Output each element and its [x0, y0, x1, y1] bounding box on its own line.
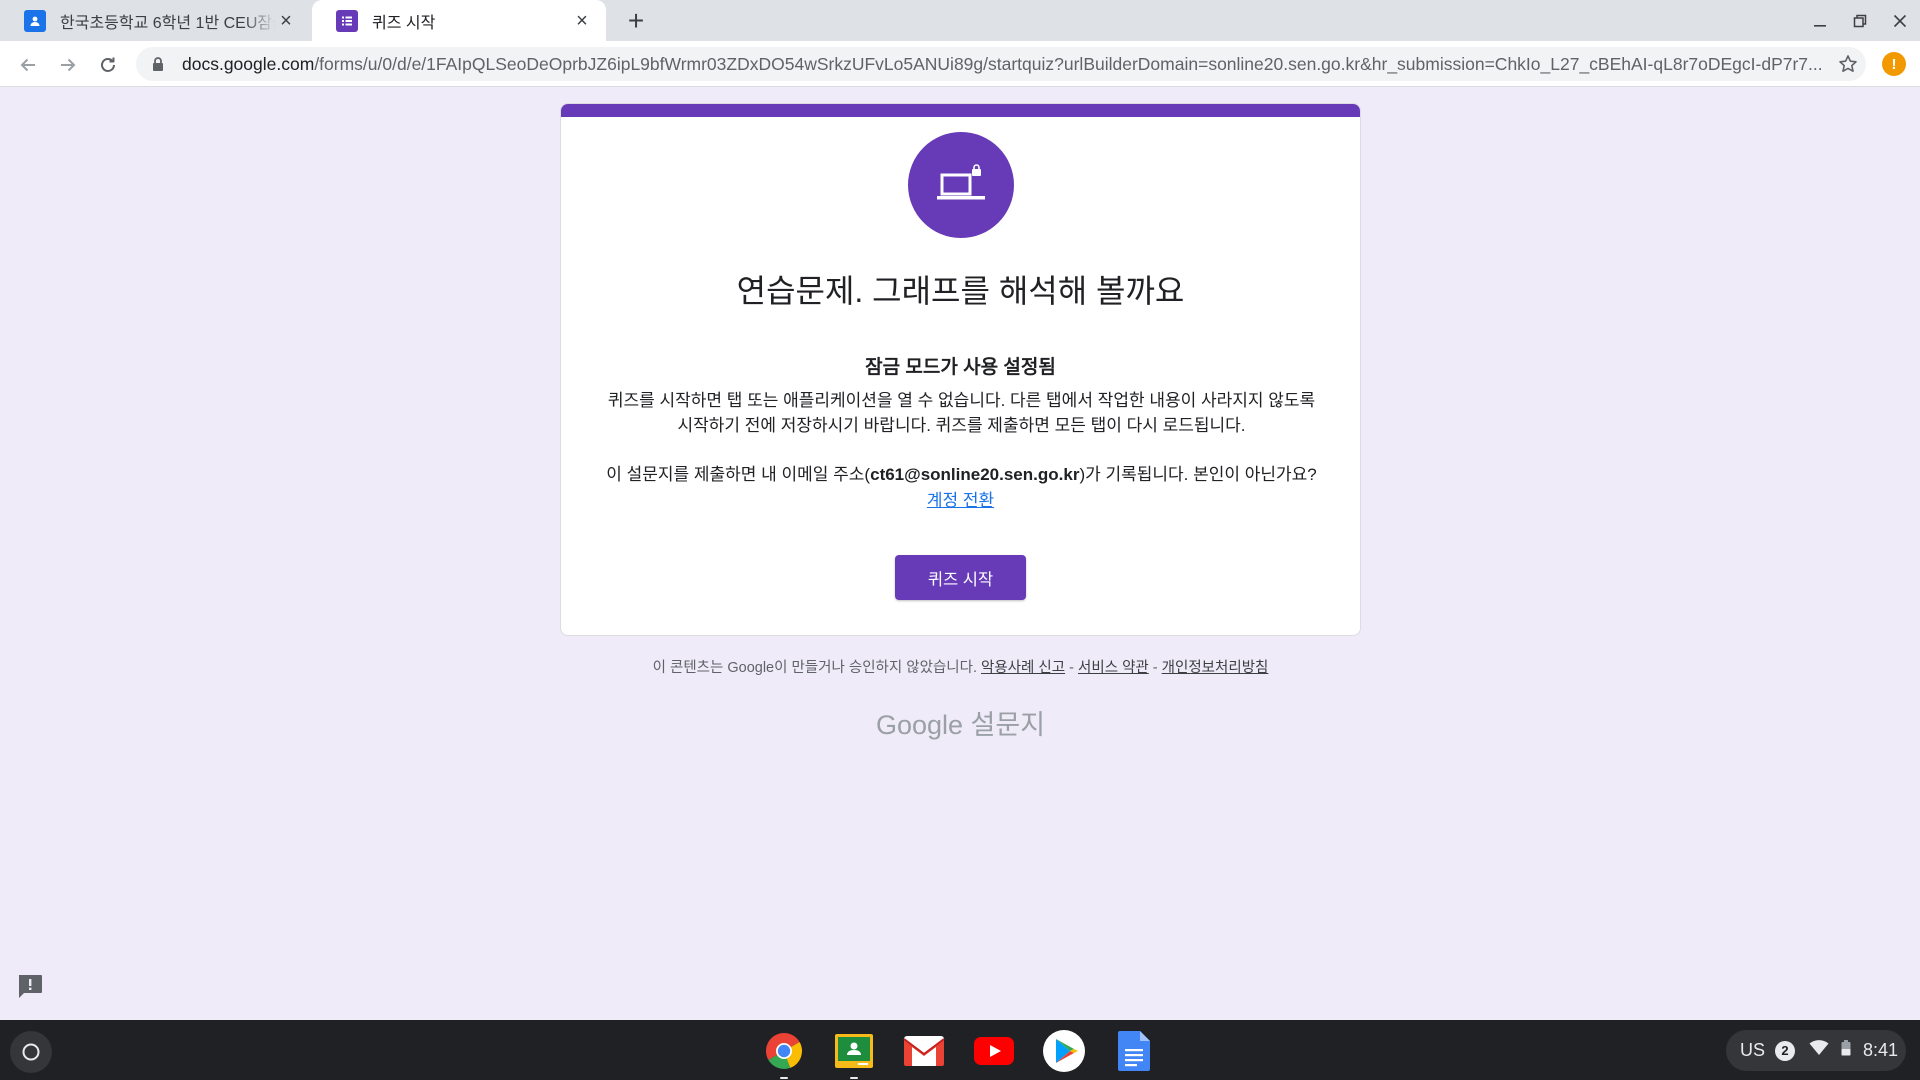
tab-title: 퀴즈 시작	[372, 14, 436, 32]
chrome-icon[interactable]	[762, 1029, 806, 1079]
profile-alert-icon[interactable]: !	[1882, 52, 1906, 76]
reload-icon[interactable]	[92, 49, 124, 81]
address-bar[interactable]: docs.google.com/forms/u/0/d/e/1FAIpQLSeo…	[136, 47, 1866, 81]
terms-link[interactable]: 서비스 약관	[1078, 660, 1149, 676]
user-email: ct61@sonline20.sen.go.kr	[870, 465, 1080, 484]
clock: 8:41	[1863, 1040, 1899, 1060]
launcher-icon[interactable]	[10, 1031, 52, 1073]
browser-toolbar: docs.google.com/forms/u/0/d/e/1FAIpQLSeo…	[0, 41, 1920, 87]
close-tab-icon[interactable]: ×	[276, 11, 296, 31]
lock-icon[interactable]	[150, 56, 166, 72]
tab-classroom[interactable]: 한국초등학교 6학년 1반 CEU잠금 ×	[0, 0, 310, 41]
forward-icon[interactable]	[52, 49, 84, 81]
start-quiz-button[interactable]: 퀴즈 시작	[895, 555, 1026, 600]
tab-title: 한국초등학교 6학년 1반 CEU잠금	[60, 14, 276, 32]
tab-quiz-start[interactable]: 퀴즈 시작 ×	[312, 0, 606, 41]
google-forms-logo[interactable]: Google 설문지	[560, 703, 1361, 742]
gmail-icon[interactable]	[902, 1029, 946, 1073]
battery-icon	[1841, 1040, 1851, 1061]
lock-mode-description: 퀴즈를 시작하면 탭 또는 애플리케이션을 열 수 없습니다. 다른 탭에서 작…	[607, 391, 1316, 435]
url-text: docs.google.com/forms/u/0/d/e/1FAIpQLSeo…	[182, 53, 1823, 74]
locked-device-icon	[908, 132, 1014, 238]
bookmark-star-icon[interactable]	[1830, 47, 1866, 81]
footer-disclaimer: 이 콘텐츠는 Google이 만들거나 승인하지 않았습니다. 악용사례 신고 …	[652, 660, 1269, 676]
switch-account-link[interactable]: 계정 전환	[927, 491, 994, 510]
minimize-icon[interactable]	[1804, 6, 1836, 36]
feedback-icon[interactable]	[16, 973, 44, 999]
privacy-link[interactable]: 개인정보처리방침	[1162, 660, 1269, 676]
play-store-icon[interactable]	[1042, 1029, 1086, 1073]
classroom-icon[interactable]	[832, 1029, 876, 1079]
forms-icon	[336, 9, 358, 32]
restore-icon[interactable]	[1844, 6, 1876, 36]
quiz-start-card: 연습문제. 그래프를 해석해 볼까요 잠금 모드가 사용 설정됨 퀴즈를 시작하…	[560, 103, 1361, 636]
lock-mode-heading: 잠금 모드가 사용 설정됨	[865, 357, 1056, 378]
back-icon[interactable]	[12, 49, 44, 81]
youtube-icon[interactable]	[972, 1029, 1016, 1073]
tab-strip: 한국초등학교 6학년 1반 CEU잠금 × 퀴즈 시작 × +	[0, 0, 1920, 41]
quiz-title: 연습문제. 그래프를 해석해 볼까요	[736, 273, 1185, 309]
new-tab-button[interactable]: +	[620, 6, 652, 38]
chromeos-shelf: US 2 8:41	[0, 1020, 1920, 1080]
report-abuse-link[interactable]: 악용사례 신고	[981, 660, 1065, 676]
email-notice: 이 설문지를 제출하면 내 이메일 주소(ct61@sonline20.sen.…	[606, 465, 1317, 484]
wifi-icon	[1809, 1040, 1829, 1061]
notification-count: 2	[1775, 1040, 1796, 1061]
classroom-icon	[24, 9, 46, 32]
close-window-icon[interactable]	[1884, 6, 1916, 36]
close-tab-icon[interactable]: ×	[572, 11, 592, 31]
card-accent-bar	[561, 104, 1360, 117]
input-method-label: US	[1740, 1040, 1766, 1060]
docs-icon[interactable]	[1112, 1029, 1156, 1073]
status-tray[interactable]: US 2 8:41	[1726, 1030, 1906, 1071]
